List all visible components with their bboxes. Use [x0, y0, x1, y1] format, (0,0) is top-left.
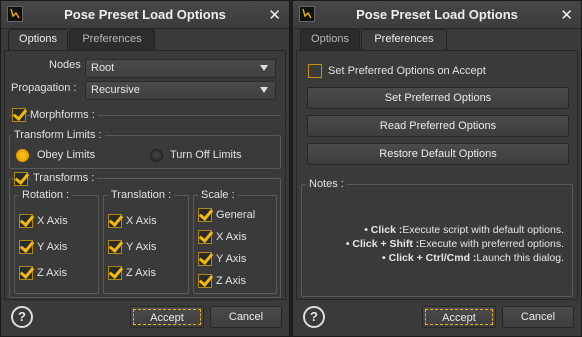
- tab-preferences[interactable]: Preferences: [69, 29, 155, 50]
- propagation-select-value: Recursive: [91, 84, 140, 96]
- cancel-button[interactable]: Cancel: [502, 306, 574, 328]
- notes-line: • Click :Execute script with default opt…: [302, 224, 564, 236]
- restore-default-options-button[interactable]: Restore Default Options: [307, 143, 569, 165]
- title-bar[interactable]: Pose Preset Load Options ✕: [293, 1, 581, 29]
- rotation-x-checkbox[interactable]: [19, 214, 33, 228]
- scale-x-checkbox[interactable]: [198, 230, 212, 244]
- morphforms-label: Morphforms :: [30, 109, 98, 121]
- accept-button-label: Accept: [133, 309, 201, 325]
- notes-line-text: Execute with preferred options.: [419, 238, 564, 250]
- scale-y-label: Y Axis: [216, 253, 247, 265]
- dialog-footer: ? Accept Cancel: [296, 303, 578, 331]
- rotation-y-label: Y Axis: [37, 241, 68, 253]
- tab-preferences[interactable]: Preferences: [361, 29, 447, 51]
- rotation-group: Rotation : X Axis Y Axis Z Axis: [14, 189, 99, 294]
- help-icon[interactable]: ?: [11, 306, 33, 328]
- notes-line: • Click + Ctrl/Cmd :Launch this dialog.: [302, 252, 564, 264]
- scale-legend: Scale :: [198, 189, 238, 201]
- nodes-select[interactable]: Root: [85, 59, 276, 78]
- propagation-label: Propagation :: [11, 82, 77, 94]
- cancel-button[interactable]: Cancel: [210, 306, 282, 328]
- pose-preset-dialog-options: Pose Preset Load Options ✕ Options Prefe…: [0, 0, 290, 337]
- tab-options[interactable]: Options: [300, 29, 360, 50]
- notes-line-key: • Click + Ctrl/Cmd :: [382, 252, 477, 264]
- transforms-legend: Transforms :: [30, 172, 98, 184]
- scale-group: Scale : General X Axis Y Axis Z Axis: [193, 189, 277, 294]
- rotation-z-label: Z Axis: [37, 267, 67, 279]
- accept-button-label: Accept: [425, 309, 493, 325]
- notes-line-key: • Click + Shift :: [345, 238, 420, 250]
- transforms-checkbox[interactable]: [14, 172, 28, 186]
- rotation-x-label: X Axis: [37, 215, 68, 227]
- scale-general-checkbox[interactable]: [198, 208, 212, 222]
- notes-group: Notes : • Click :Execute script with def…: [301, 178, 573, 297]
- propagation-select[interactable]: Recursive: [85, 81, 276, 100]
- title-bar[interactable]: Pose Preset Load Options ✕: [1, 1, 289, 29]
- scale-general-label: General: [216, 209, 256, 221]
- turn-off-limits-radio[interactable]: [150, 149, 163, 162]
- scale-z-label: Z Axis: [216, 275, 246, 287]
- translation-z-label: Z Axis: [126, 267, 156, 279]
- notes-legend: Notes :: [306, 178, 347, 190]
- scale-y-checkbox[interactable]: [198, 252, 212, 266]
- dropdown-arrow-icon: [260, 65, 268, 71]
- nodes-label: Nodes :: [49, 59, 87, 71]
- translation-x-label: X Axis: [126, 215, 157, 227]
- rotation-y-checkbox[interactable]: [19, 240, 33, 254]
- accept-button[interactable]: Accept: [422, 306, 496, 328]
- read-preferred-options-button[interactable]: Read Preferred Options: [307, 115, 569, 137]
- help-icon[interactable]: ?: [303, 306, 325, 328]
- preferences-panel: Set Preferred Options on Accept Set Pref…: [296, 50, 578, 300]
- notes-line-key: • Click :: [364, 224, 403, 236]
- translation-y-label: Y Axis: [126, 241, 157, 253]
- scale-x-label: X Axis: [216, 231, 247, 243]
- rotation-legend: Rotation :: [19, 189, 73, 201]
- transform-limits-group: Transform Limits : Obey Limits Turn Off …: [9, 129, 281, 169]
- obey-limits-radio[interactable]: [16, 149, 29, 162]
- set-preferred-on-accept-label: Set Preferred Options on Accept: [328, 65, 486, 77]
- accept-button[interactable]: Accept: [130, 306, 204, 328]
- nodes-select-value: Root: [91, 62, 115, 74]
- notes-line-text: Execute script with default options.: [402, 224, 564, 236]
- turn-off-limits-label: Turn Off Limits: [170, 149, 242, 161]
- close-icon[interactable]: ✕: [560, 6, 573, 24]
- translation-x-checkbox[interactable]: [108, 214, 122, 228]
- set-preferred-on-accept-checkbox[interactable]: [308, 64, 322, 78]
- translation-group: Translation : X Axis Y Axis Z Axis: [103, 189, 189, 294]
- morphforms-checkbox[interactable]: [12, 108, 26, 122]
- dialog-title: Pose Preset Load Options: [64, 7, 226, 22]
- obey-limits-label: Obey Limits: [37, 149, 96, 161]
- transforms-group: Transforms : Rotation : X Axis Y Axis Z …: [9, 172, 281, 298]
- dropdown-arrow-icon: [260, 87, 268, 93]
- translation-z-checkbox[interactable]: [108, 266, 122, 280]
- notes-line-text: Launch this dialog.: [476, 252, 564, 264]
- pose-preset-dialog-preferences: Pose Preset Load Options ✕ Options Prefe…: [292, 0, 582, 337]
- close-icon[interactable]: ✕: [268, 6, 281, 24]
- translation-legend: Translation :: [108, 189, 175, 201]
- set-preferred-options-button[interactable]: Set Preferred Options: [307, 87, 569, 109]
- notes-line: • Click + Shift :Execute with preferred …: [302, 238, 564, 250]
- dialog-footer: ? Accept Cancel: [4, 303, 286, 331]
- rotation-z-checkbox[interactable]: [19, 266, 33, 280]
- tab-options[interactable]: Options: [8, 29, 68, 51]
- scale-z-checkbox[interactable]: [198, 274, 212, 288]
- options-panel: Nodes : Root Propagation : Recursive Mor…: [4, 50, 286, 300]
- translation-y-checkbox[interactable]: [108, 240, 122, 254]
- dialog-title: Pose Preset Load Options: [356, 7, 518, 22]
- transform-limits-legend: Transform Limits :: [11, 129, 105, 141]
